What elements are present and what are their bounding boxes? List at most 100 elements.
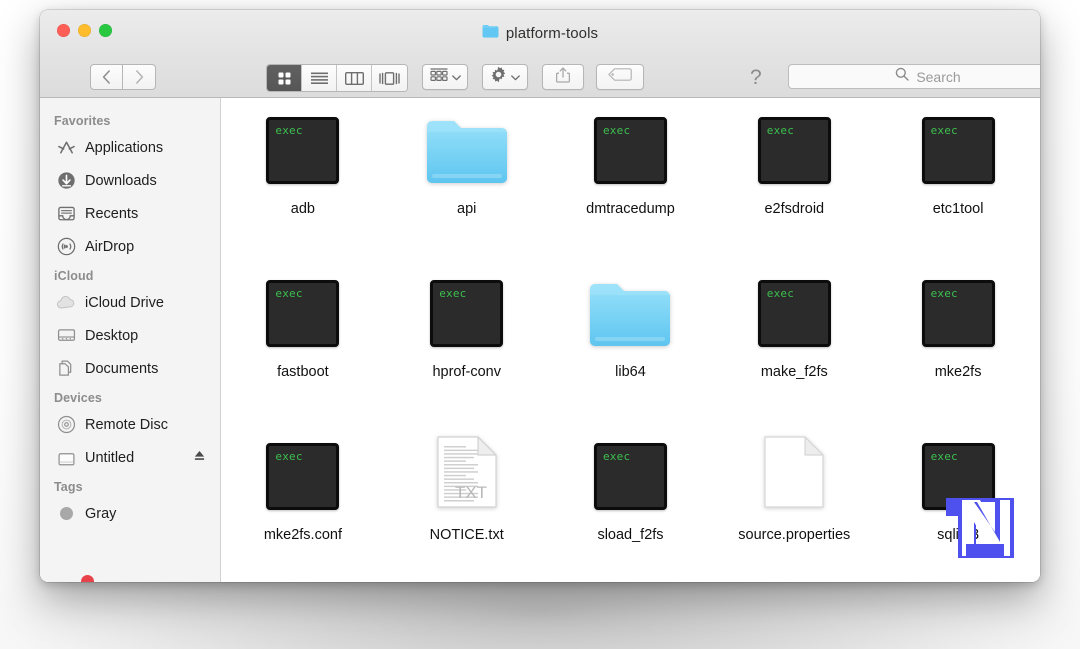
folder-icon [426, 119, 508, 184]
file-icon: exec [757, 275, 831, 347]
file-icon: exec [266, 438, 340, 510]
sidebar-item-documents[interactable]: Documents [40, 352, 220, 385]
file-label: mke2fs [934, 364, 982, 380]
forward-button[interactable] [123, 64, 156, 90]
sidebar-group-devices: Devices [54, 391, 102, 405]
folder-icon [589, 282, 671, 347]
file-item[interactable]: TXT NOTICE.txt [385, 432, 549, 582]
exec-badge-label: exec [439, 287, 467, 300]
sidebar-item-label: Documents [85, 360, 159, 377]
exec-badge-label: exec [930, 124, 958, 137]
list-view-button[interactable] [302, 65, 337, 91]
file-icon: exec [593, 438, 667, 510]
tag-icon [608, 68, 632, 86]
file-label: NOTICE.txt [429, 527, 504, 543]
file-item[interactable]: exec make_f2fs [712, 269, 876, 432]
file-item[interactable]: exec e2fsdroid [712, 106, 876, 269]
file-icon: exec [921, 275, 995, 347]
sidebar-item-airdrop[interactable]: AirDrop [40, 230, 220, 263]
chevron-down-icon [511, 68, 520, 86]
sidebar-item-untitled[interactable]: Untitled [40, 441, 220, 474]
downloads-icon [56, 171, 76, 191]
exec-file-icon: exec [266, 443, 340, 510]
file-icon: exec [266, 275, 340, 347]
icon-view-button[interactable] [267, 65, 302, 91]
share-button[interactable] [542, 64, 584, 90]
exec-badge-label: exec [275, 450, 303, 463]
file-item[interactable]: exec adb [221, 106, 385, 269]
question-mark-icon: ? [750, 66, 762, 89]
file-item[interactable]: api [385, 106, 549, 269]
file-item[interactable]: exec dmtracedump [549, 106, 713, 269]
exec-badge-label: exec [930, 287, 958, 300]
tag-dot-icon-red-partial[interactable] [81, 575, 94, 582]
search-field[interactable]: Search [788, 64, 1040, 89]
sidebar-item-remote-disc[interactable]: Remote Disc [40, 408, 220, 441]
file-label: api [457, 201, 477, 217]
sidebar-item-desktop[interactable]: Desktop [40, 319, 220, 352]
applications-icon [56, 138, 76, 158]
tag-dot-icon [56, 504, 76, 524]
file-label: dmtracedump [586, 201, 675, 217]
help-button[interactable]: ? [750, 66, 762, 90]
exec-badge-label: exec [766, 124, 795, 137]
file-item[interactable]: source.properties [712, 432, 876, 582]
file-label: fastboot [277, 364, 329, 380]
sidebar-item-label: Gray [85, 505, 117, 522]
back-button[interactable] [90, 64, 123, 90]
search-placeholder: Search [916, 68, 961, 85]
gallery-view-button[interactable] [372, 65, 407, 91]
search-icon [895, 67, 910, 86]
disc-icon [56, 415, 76, 435]
sidebar-group-favorites: Favorites [54, 114, 111, 128]
sidebar-item-downloads[interactable]: Downloads [40, 164, 220, 197]
file-item[interactable]: lib64 [549, 269, 713, 432]
file-grid-area[interactable]: exec adb api exec dmtracedump exec e2fsdroid ex… [221, 98, 1040, 582]
arrange-button[interactable] [422, 64, 468, 90]
column-view-button[interactable] [337, 65, 372, 91]
exec-file-icon: exec [921, 280, 995, 347]
sidebar-item-applications[interactable]: Applications [40, 131, 220, 164]
sidebar-item-recents[interactable]: Recents [40, 197, 220, 230]
window-title: platform-tools [40, 22, 1040, 44]
text-document-icon: TXT [435, 434, 499, 510]
exec-badge-label: exec [275, 287, 303, 300]
sidebar-group-icloud: iCloud [54, 269, 94, 283]
file-icon [762, 436, 826, 510]
file-item[interactable]: exec hprof-conv [385, 269, 549, 432]
documents-icon [56, 359, 76, 379]
sidebar-item-icloud-drive[interactable]: iCloud Drive [40, 286, 220, 319]
file-icon: exec [757, 112, 831, 184]
blank-document-icon [762, 434, 826, 510]
exec-file-icon: exec [921, 117, 995, 184]
exec-file-icon: exec [757, 280, 831, 347]
file-label: mke2fs.conf [263, 527, 342, 543]
exec-badge-label: exec [602, 450, 631, 463]
file-label: make_f2fs [760, 364, 828, 380]
exec-file-icon: exec [757, 117, 831, 184]
file-item[interactable]: exec etc1tool [876, 106, 1040, 269]
eject-icon[interactable] [193, 449, 206, 467]
share-icon [555, 66, 571, 88]
sidebar-item-label: iCloud Drive [85, 294, 164, 311]
file-label: e2fsdroid [764, 201, 825, 217]
file-item[interactable]: exec fastboot [221, 269, 385, 432]
tag-button[interactable] [596, 64, 644, 90]
file-item[interactable]: exec mke2fs.conf [221, 432, 385, 582]
action-menu-button[interactable] [482, 64, 528, 90]
file-label: source.properties [738, 527, 851, 543]
file-item[interactable]: exec mke2fs [876, 269, 1040, 432]
exec-file-icon: exec [430, 280, 504, 347]
file-icon: exec [593, 112, 667, 184]
sidebar-item-label: AirDrop [85, 238, 135, 255]
window-body: Favorites Applications Downloads Recents… [40, 98, 1040, 582]
sidebar-item-gray-tag[interactable]: Gray [40, 497, 220, 530]
chevron-down-icon [451, 68, 461, 86]
file-item[interactable]: exec sload_f2fs [549, 432, 713, 582]
file-grid: exec adb api exec dmtracedump exec e2fsdroid ex… [221, 98, 1040, 582]
file-icon [426, 112, 508, 184]
exec-badge-label: exec [930, 450, 958, 463]
navigation-buttons [90, 64, 156, 90]
sidebar[interactable]: Favorites Applications Downloads Recents… [40, 98, 221, 582]
nt-logo [942, 492, 1018, 564]
